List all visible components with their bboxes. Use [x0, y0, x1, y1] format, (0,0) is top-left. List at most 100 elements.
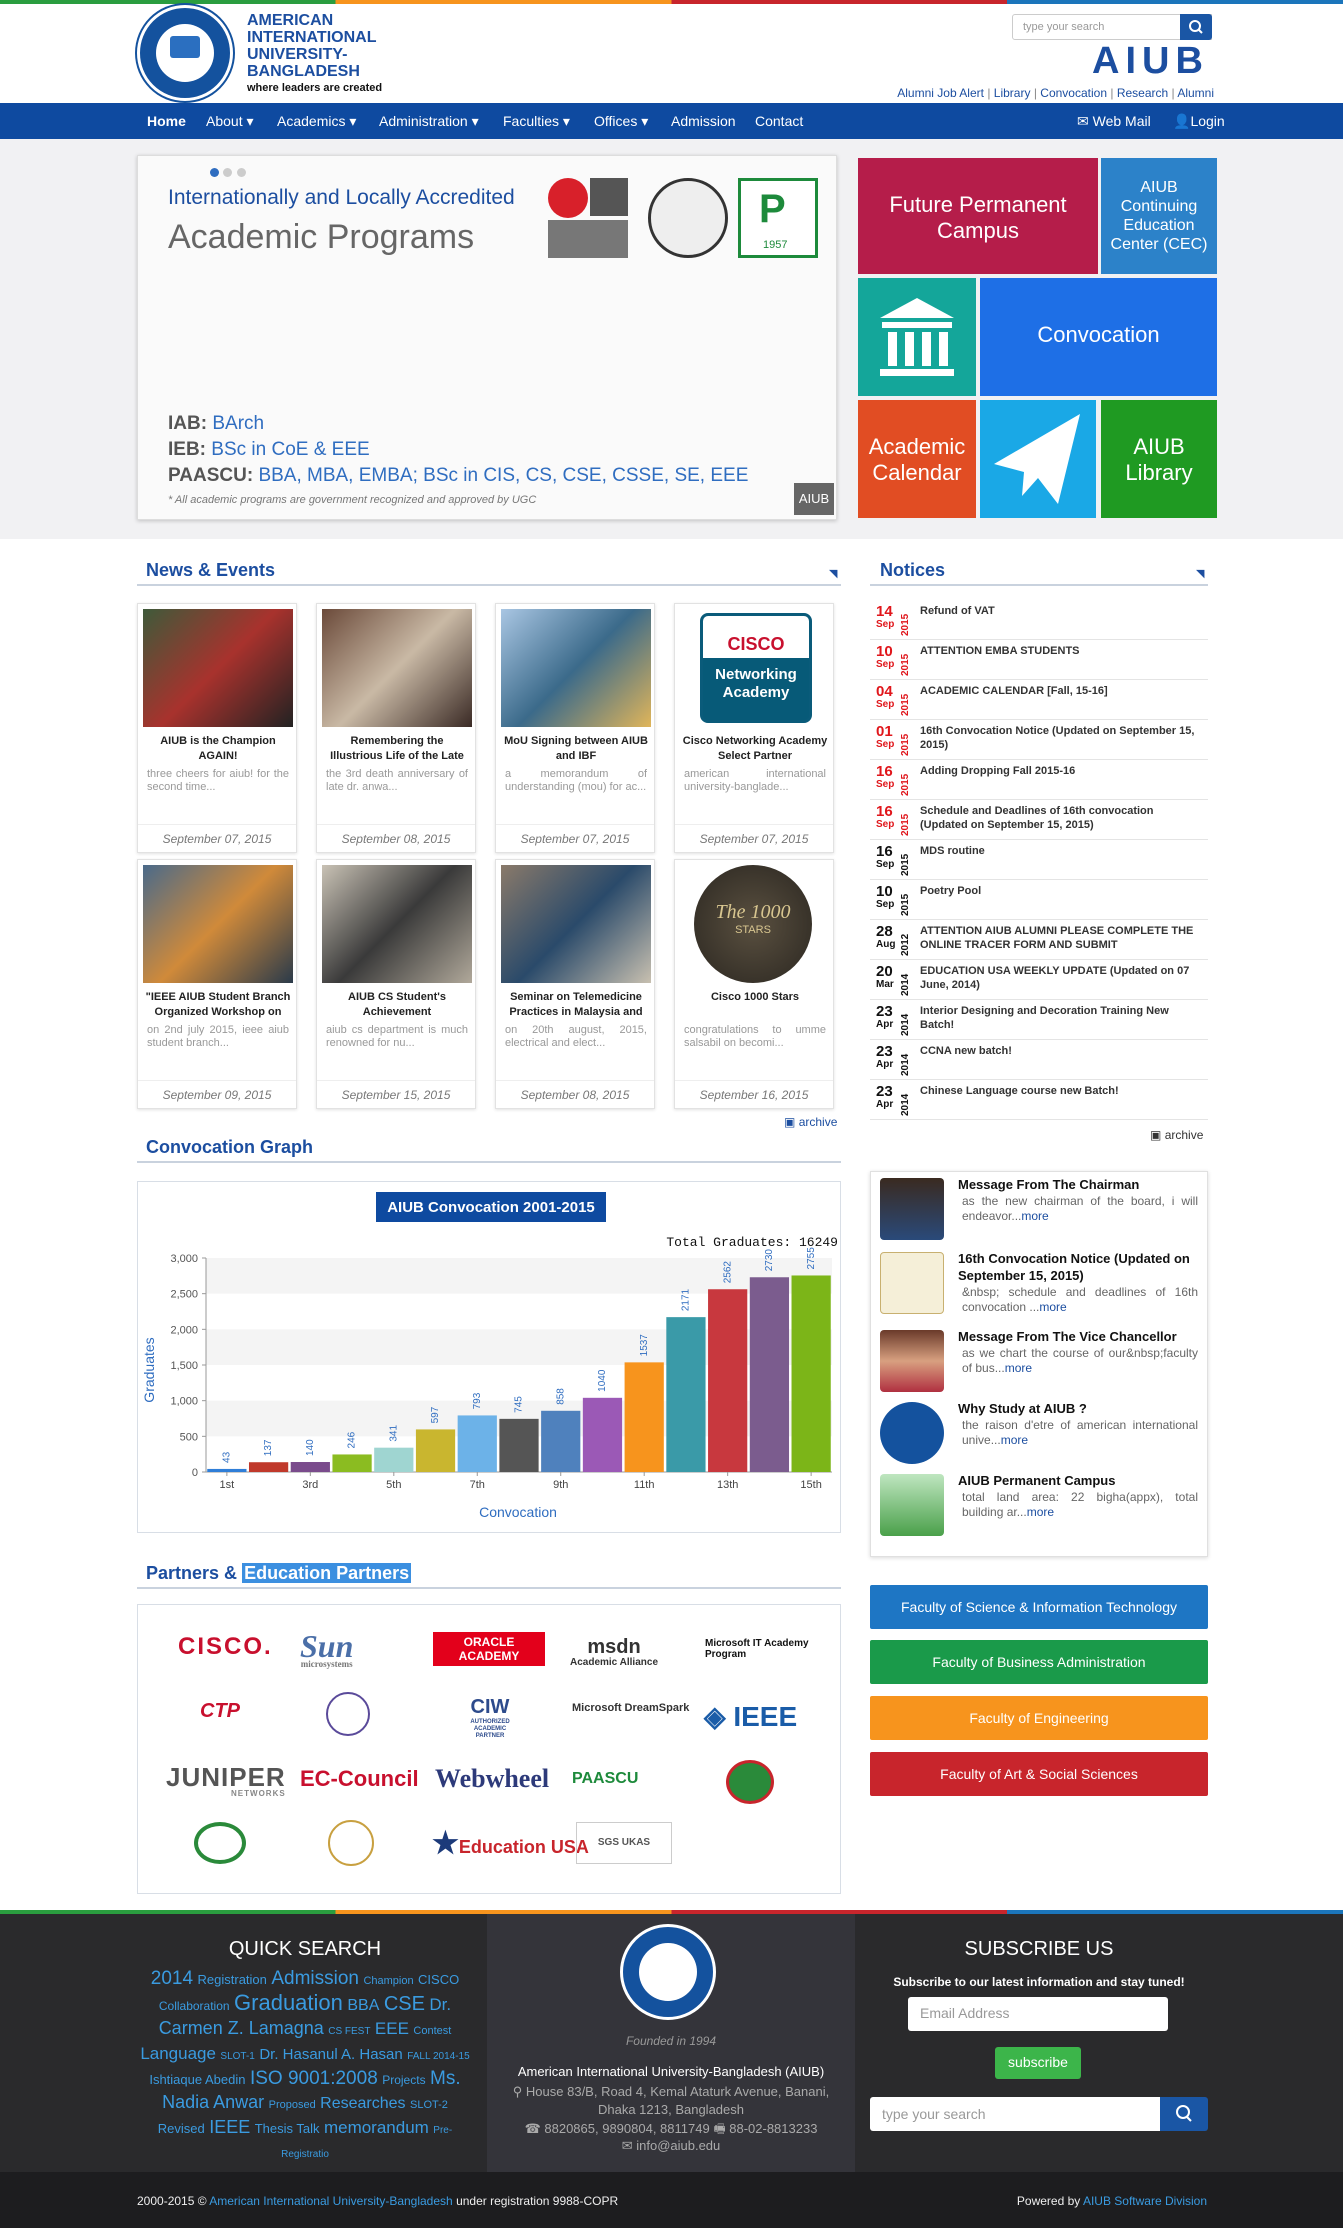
tile-cec[interactable]: AIUB Continuing Education Center (CEC)	[1101, 158, 1217, 274]
nav-faculties[interactable]: Faculties ▾	[503, 113, 570, 130]
search-tag[interactable]: CISCO	[418, 1972, 459, 1987]
tile-library[interactable]: AIUB Library	[1101, 400, 1217, 518]
cisco-logo[interactable]: CISCO.	[178, 1633, 273, 1661]
notice-item[interactable]: 01 Sep 2015 16th Convocation Notice (Update…	[870, 720, 1208, 760]
bar-12th[interactable]	[666, 1317, 706, 1472]
search-tag[interactable]: Projects	[382, 2073, 425, 2087]
nav-login[interactable]: 👤Login	[1173, 113, 1225, 130]
header-search-button[interactable]	[1180, 14, 1212, 40]
search-tag[interactable]: FALL 2014-15	[407, 2051, 469, 2062]
search-tag[interactable]: BBA	[347, 1997, 379, 2014]
link-convocation[interactable]: Convocation	[1040, 86, 1107, 100]
message-item[interactable]: Message From The Vice Chancellor as we ch…	[880, 1328, 1200, 1396]
search-tag[interactable]: Thesis Talk	[255, 2121, 320, 2136]
nav-academics[interactable]: Academics ▾	[277, 113, 356, 130]
search-tag[interactable]: ISO 9001:2008	[250, 2068, 378, 2089]
nav-admission[interactable]: Admission	[671, 113, 736, 129]
ec-council-logo[interactable]: EC-Council	[300, 1766, 419, 1792]
notice-item[interactable]: 23 Apr 2014 Interior Designing and Decorati…	[870, 1000, 1208, 1040]
search-tag[interactable]: Registration	[198, 1972, 267, 1987]
search-tag[interactable]: Researches	[320, 2095, 405, 2112]
tile-future-campus[interactable]: Future Permanent Campus	[858, 158, 1098, 274]
notice-item[interactable]: 16 Sep 2015 Schedule and Deadlines of 16th …	[870, 800, 1208, 840]
accreditation-slider[interactable]: Internationally and Locally Accredited A…	[137, 155, 837, 520]
search-tag[interactable]: IEEE	[209, 2117, 250, 2137]
bar-5th[interactable]	[374, 1447, 414, 1472]
nav-contact[interactable]: Contact	[755, 113, 803, 129]
slider-dots[interactable]	[210, 164, 246, 182]
faculty-science-it-button[interactable]: Faculty of Science & Information Technol…	[870, 1585, 1208, 1629]
ms-it-academy-logo[interactable]: Microsoft IT Academy Program	[705, 1638, 815, 1660]
bar-14th[interactable]	[749, 1277, 790, 1472]
search-tag[interactable]: SLOT-2	[410, 2099, 448, 2111]
search-tag[interactable]: CS FEST	[328, 2026, 370, 2037]
notice-item[interactable]: 14 Sep 2015 Refund of VAT	[870, 600, 1208, 640]
search-tag[interactable]: Admission	[271, 1968, 359, 1989]
ciw-logo[interactable]: CIW AUTHORIZED ACADEMIC PARTNER	[462, 1696, 518, 1740]
bar-7th[interactable]	[457, 1415, 497, 1472]
tile-institution[interactable]	[858, 278, 976, 396]
dreamspark-logo[interactable]: Microsoft DreamSpark	[572, 1702, 689, 1714]
partner-seal-logo[interactable]	[326, 1692, 370, 1736]
message-item[interactable]: Why Study at AIUB ? the raison d'etre of …	[880, 1400, 1200, 1468]
footer-search-input[interactable]: type your search	[870, 2097, 1160, 2131]
ieee-logo[interactable]: ◈ IEEE	[704, 1700, 797, 1733]
news-card[interactable]: Seminar on Telemedicine Practices in Mal…	[495, 859, 655, 1109]
brand-name[interactable]: AMERICAN INTERNATIONAL UNIVERSITY- BANGLADE…	[247, 12, 376, 80]
chamber-seal-logo[interactable]	[328, 1820, 374, 1866]
education-usa-logo[interactable]: ★Education USA	[432, 1826, 589, 1861]
ctp-logo[interactable]: CTP	[200, 1700, 240, 1723]
bar-11th[interactable]	[624, 1362, 664, 1472]
notice-item[interactable]: 20 Mar 2014 EDUCATION USA WEEKLY UPDATE (Up…	[870, 960, 1208, 1000]
bar-1st[interactable]	[207, 1468, 247, 1472]
notice-item[interactable]: 04 Sep 2015 ACADEMIC CALENDAR [Fall, 15-16]	[870, 680, 1208, 720]
sgs-ukas-logo[interactable]: SGS UKAS	[576, 1822, 672, 1864]
news-archive-link[interactable]: ▣ archive	[784, 1115, 837, 1129]
notice-item[interactable]: 23 Apr 2014 CCNA new batch!	[870, 1040, 1208, 1080]
sun-logo[interactable]: Sun microsystems	[300, 1628, 353, 1669]
message-item[interactable]: AIUB Permanent Campus total land area: 22…	[880, 1472, 1200, 1540]
faculty-business-button[interactable]: Faculty of Business Administration	[870, 1640, 1208, 1684]
search-tag[interactable]: Revised	[158, 2121, 205, 2136]
link-library[interactable]: Library	[994, 86, 1031, 100]
notice-item[interactable]: 23 Apr 2014 Chinese Language course new Bat…	[870, 1080, 1208, 1120]
search-tag[interactable]: Carmen Z. Lamagna	[159, 2018, 324, 2038]
nav-about[interactable]: About ▾	[206, 113, 254, 130]
bar-13th[interactable]	[708, 1289, 748, 1472]
news-card[interactable]: CISCO Networking Academy Cisco Networking A…	[674, 603, 834, 853]
bar-3rd[interactable]	[290, 1462, 330, 1472]
bar-9th[interactable]	[541, 1410, 581, 1472]
msdn-logo[interactable]: msdn Academic Alliance	[570, 1636, 658, 1668]
search-tag[interactable]: Language	[140, 2044, 216, 2063]
search-tag[interactable]: Champion	[363, 1975, 413, 1987]
link-alumni[interactable]: Alumni	[1177, 86, 1214, 100]
tile-academic-calendar[interactable]: Academic Calendar	[858, 400, 976, 518]
software-division-link[interactable]: AIUB Software Division	[1083, 2194, 1207, 2208]
nav-offices[interactable]: Offices ▾	[594, 113, 648, 130]
search-tag[interactable]: 2014	[151, 1968, 193, 1989]
search-tag[interactable]: EEE	[375, 2019, 409, 2038]
search-tag[interactable]: SLOT-1	[220, 2051, 254, 2062]
search-tag[interactable]: Nadia Anwar	[162, 2092, 264, 2112]
faculty-arts-button[interactable]: Faculty of Art & Social Sciences	[870, 1752, 1208, 1796]
nav-home[interactable]: Home	[147, 113, 186, 129]
bar-15th[interactable]	[791, 1275, 831, 1472]
rss-icon[interactable]: ◥	[829, 567, 837, 580]
search-tag[interactable]: Dr.	[429, 1995, 451, 2014]
paascu-logo[interactable]: PAASCU	[572, 1770, 638, 1788]
search-tag[interactable]: Proposed	[269, 2099, 316, 2111]
bangladesh-seal-logo[interactable]	[726, 1760, 774, 1804]
search-tag[interactable]: Ms.	[430, 2068, 461, 2089]
nav-administration[interactable]: Administration ▾	[379, 113, 479, 130]
notices-rss-icon[interactable]: ◥	[1196, 567, 1204, 580]
notice-item[interactable]: 16 Sep 2015 Adding Dropping Fall 2015-16	[870, 760, 1208, 800]
footer-org-link[interactable]: American International University-Bangla…	[209, 2194, 452, 2208]
news-card[interactable]: AIUB CS Student's Achievement aiub cs dep…	[316, 859, 476, 1109]
link-alumni-job-alert[interactable]: Alumni Job Alert	[897, 86, 984, 100]
search-tag[interactable]: Contest	[413, 2025, 451, 2037]
bar-4th[interactable]	[332, 1454, 372, 1472]
link-research[interactable]: Research	[1117, 86, 1168, 100]
bar-10th[interactable]	[582, 1397, 623, 1472]
bar-2nd[interactable]	[248, 1462, 289, 1472]
partner-round-logo[interactable]	[194, 1822, 246, 1864]
